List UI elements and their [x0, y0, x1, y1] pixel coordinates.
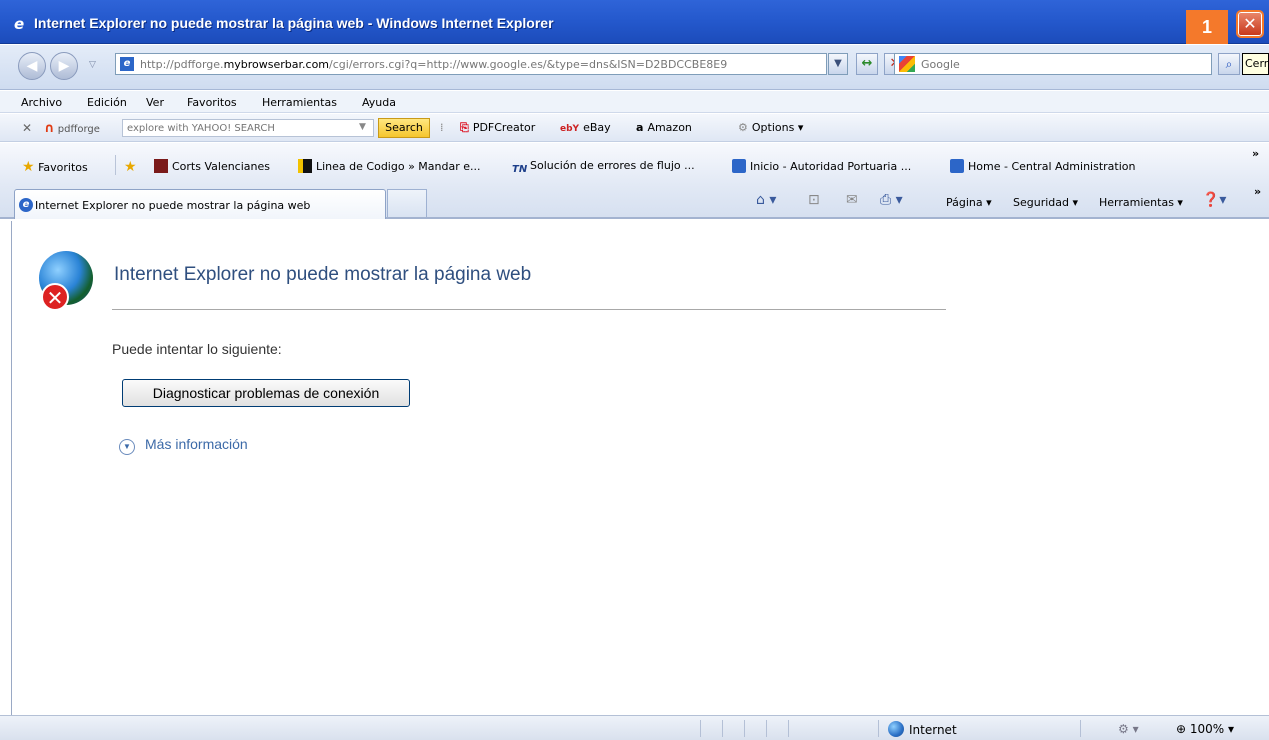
ie-page-icon [950, 159, 964, 173]
search-icon[interactable]: ⌕ [1218, 53, 1240, 75]
search-box[interactable] [894, 53, 1212, 75]
help-icon[interactable]: ❓▾ [1202, 192, 1226, 208]
tab-label: Internet Explorer no puede mostrar la pá… [35, 199, 311, 212]
add-favorite-icon[interactable]: ★ [124, 159, 137, 175]
ie-page-icon [732, 159, 746, 173]
options-button[interactable]: ⚙ Options ▾ [738, 121, 803, 134]
chevron-down-icon[interactable]: ▼ [359, 122, 366, 132]
yahoo-search-box[interactable]: ▼ [122, 119, 374, 137]
try-text: Puede intentar lo siguiente: [112, 341, 282, 357]
step-badge: 1 [1186, 10, 1228, 44]
favorites-button[interactable]: ★ Favoritos [22, 159, 88, 175]
menu-edicion[interactable]: Edición [87, 96, 127, 109]
pdfforge-toolbar: ✕ ∩ pdfforge ▼ Search ⁞ ⎘PDFCreator ebYe… [0, 114, 1269, 142]
star-icon: ★ [22, 159, 35, 175]
yahoo-search-input[interactable] [127, 121, 353, 135]
menu-ver[interactable]: Ver [146, 96, 164, 109]
menu-ayuda[interactable]: Ayuda [362, 96, 396, 109]
yahoo-search-button[interactable]: Search [378, 118, 430, 138]
fav-link-linea-codigo[interactable]: Linea de Codigo » Mandar e... [298, 159, 481, 173]
fav-link-corts[interactable]: Corts Valencianes [154, 159, 270, 173]
menu-favoritos[interactable]: Favoritos [187, 96, 237, 109]
security-menu[interactable]: Seguridad ▾ [1013, 196, 1078, 209]
divider [115, 155, 116, 175]
site-icon [298, 159, 312, 173]
page-menu[interactable]: Página ▾ [946, 196, 992, 209]
new-tab-button[interactable] [387, 189, 427, 217]
pdfcreator-button[interactable]: ⎘ PDFCreator [460, 121, 535, 135]
internet-zone-icon [888, 721, 904, 737]
address-bar[interactable]: e http://pdfforge.mybrowserbar.com/cgi/e… [115, 53, 827, 75]
fav-link-autoridad[interactable]: Inicio - Autoridad Portuaria ... [732, 159, 911, 173]
fav-link-central-admin[interactable]: Home - Central Administration [950, 159, 1136, 173]
amazon-icon: a [636, 121, 644, 134]
history-dropdown-icon[interactable]: ▽ [89, 60, 96, 70]
menu-herramientas[interactable]: Herramientas [262, 96, 337, 109]
title-bar: e Internet Explorer no puede mostrar la … [0, 0, 1269, 44]
tools-menu[interactable]: Herramientas ▾ [1099, 196, 1183, 209]
favorites-bar: ★ Favoritos ★ Corts Valencianes Linea de… [0, 143, 1269, 185]
amazon-button[interactable]: a Amazon [636, 121, 692, 134]
close-toolbar-icon[interactable]: ✕ [22, 121, 32, 135]
heading-divider [112, 309, 946, 310]
chevron-down-icon[interactable]: ▼ [119, 439, 135, 455]
ie-logo-icon: e [14, 15, 25, 33]
rss-icon [154, 159, 168, 173]
diagnose-connection-button[interactable]: Diagnosticar problemas de conexión [122, 379, 410, 407]
address-toolbar: ◀ ▶ ▽ e http://pdfforge.mybrowserbar.com… [0, 45, 1269, 90]
more-commands-icon[interactable]: » [1254, 185, 1261, 198]
ie-tab-icon: e [19, 198, 33, 212]
url-text[interactable]: http://pdfforge.mybrowserbar.com/cgi/err… [140, 58, 820, 71]
menu-bar: Archivo Edición Ver Favoritos Herramient… [0, 91, 1269, 113]
page-icon: e [120, 57, 134, 71]
page-heading: Internet Explorer no puede mostrar la pá… [114, 264, 532, 285]
tab-bar: e Internet Explorer no puede mostrar la … [0, 185, 1269, 219]
tn-icon: TN [512, 164, 528, 175]
address-dropdown-button[interactable]: ▼ [828, 53, 848, 75]
print-icon[interactable]: ⎙ ▾ [880, 192, 903, 208]
toolbar-separator-icon: ⁞ [440, 121, 444, 134]
gear-icon: ⚙ [738, 121, 748, 134]
zoom-control[interactable]: ⊕ 100% ▾ [1176, 722, 1234, 736]
google-icon[interactable] [899, 56, 915, 72]
search-input[interactable] [921, 56, 1201, 72]
pdf-icon: ⎘ [460, 121, 469, 134]
window-title: Internet Explorer no puede mostrar la pá… [34, 15, 554, 31]
back-button[interactable]: ◀ [18, 52, 46, 80]
fav-link-solucion[interactable]: TN Solución de errores de flujo ... [512, 159, 695, 178]
menu-archivo[interactable]: Archivo [21, 96, 62, 109]
error-x-icon: ✕ [41, 283, 69, 311]
ebay-icon: ebY [560, 124, 580, 134]
forward-button[interactable]: ▶ [50, 52, 78, 80]
home-icon[interactable]: ⌂ ▾ [756, 192, 776, 208]
status-bar: Internet ⚙ ▾ ⊕ 100% ▾ [0, 715, 1269, 740]
protected-mode-icon[interactable]: ⚙ ▾ [1118, 722, 1139, 736]
feeds-icon[interactable]: ⊡ [808, 192, 820, 208]
close-tooltip: Cerrar [1242, 53, 1269, 75]
security-zone[interactable]: Internet [888, 721, 957, 737]
ebay-button[interactable]: ebY eBay [560, 121, 611, 134]
close-window-button[interactable]: ✕ [1236, 10, 1264, 38]
pdfforge-logo[interactable]: ∩ pdfforge [44, 121, 100, 136]
tab-active[interactable]: e Internet Explorer no puede mostrar la … [14, 189, 386, 219]
mail-icon[interactable]: ✉ [846, 192, 858, 208]
more-info-link[interactable]: ▼ Más información [119, 436, 248, 455]
more-favorites-icon[interactable]: » [1252, 147, 1259, 160]
page-content: ✕ Internet Explorer no puede mostrar la … [11, 221, 1269, 715]
refresh-button[interactable]: ↔ [856, 53, 878, 75]
